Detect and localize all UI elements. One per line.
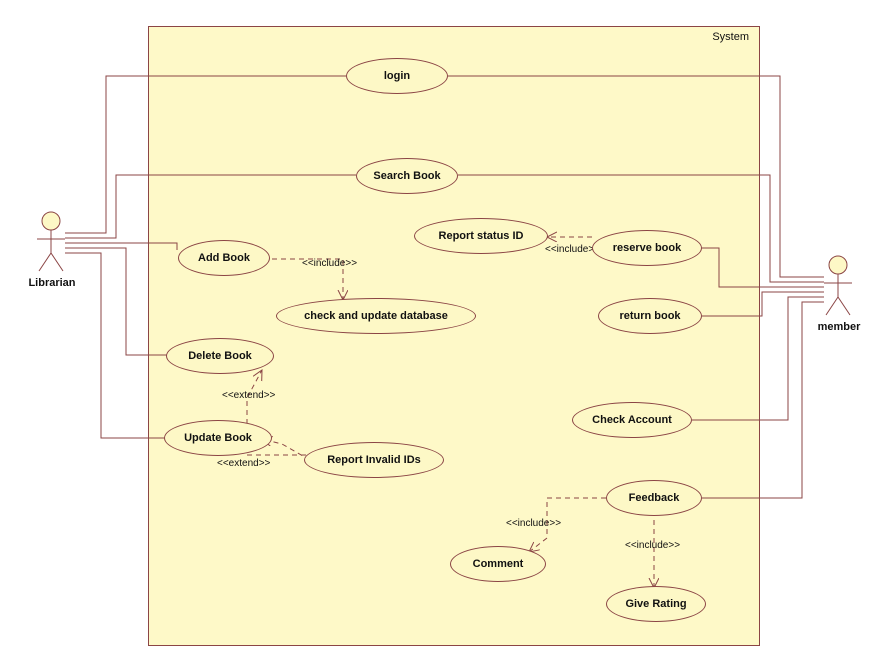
include-label-3: <<include>>	[506, 518, 561, 529]
include-label-4: <<include>>	[625, 540, 680, 551]
include-label-1: <<include>>	[302, 258, 357, 269]
include-label-2: <<include>>	[545, 244, 600, 255]
diagram-canvas: System Librarian member	[0, 0, 893, 664]
extend-label-2: <<extend>>	[217, 458, 270, 469]
extend-label-1: <<extend>>	[222, 390, 275, 401]
dependency-layer	[0, 0, 893, 664]
